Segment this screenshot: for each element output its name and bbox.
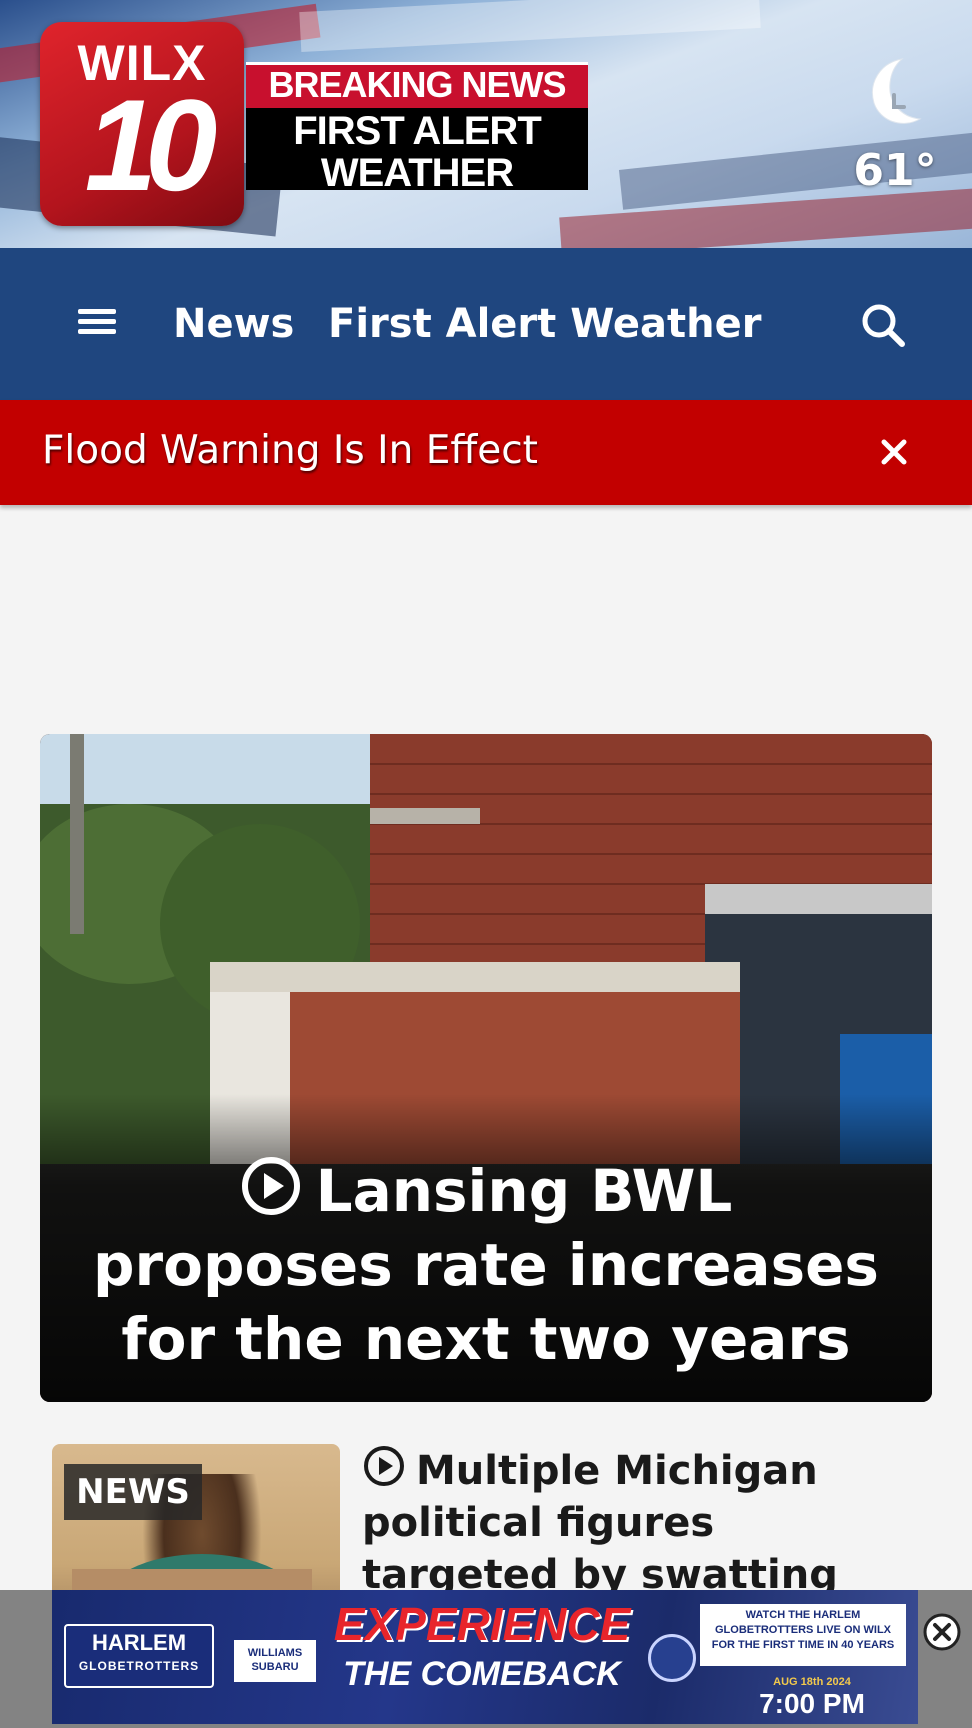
ad-date: AUG 18th 2024 xyxy=(773,1676,851,1688)
moon-icon xyxy=(872,58,922,124)
ad-time: 7:00 PM xyxy=(759,1688,865,1719)
current-weather[interactable]: 61° xyxy=(850,55,940,196)
ad-logo: HARLEM GLOBETROTTERS xyxy=(64,1624,214,1688)
first-alert-banner: FIRST ALERT WEATHER xyxy=(246,108,588,195)
ad-seal-icon xyxy=(648,1634,696,1682)
section-badge: NEWS xyxy=(64,1464,202,1520)
play-circle-icon xyxy=(241,1157,300,1215)
ad-banner[interactable]: HARLEM GLOBETROTTERS WILLIAMS SUBARU EXP… xyxy=(52,1590,918,1724)
station-logo[interactable]: WILX 10 xyxy=(40,22,244,226)
alert-text: Flood Warning Is In Effect xyxy=(42,428,538,473)
logo-channel-number: 10 xyxy=(84,72,218,218)
first-alert-line1: FIRST ALERT xyxy=(293,109,542,153)
site-header: WILX 10 BREAKING NEWS FIRST ALERT WEATHE… xyxy=(0,0,972,248)
nav-link-news[interactable]: News xyxy=(173,298,294,350)
breaking-news-banner: BREAKING NEWS xyxy=(246,62,588,108)
weather-alert-bar[interactable]: Flood Warning Is In Effect xyxy=(0,400,972,505)
main-nav: News First Alert Weather xyxy=(0,248,972,400)
search-icon[interactable] xyxy=(858,300,910,352)
sticky-ad-container: HARLEM GLOBETROTTERS WILLIAMS SUBARU EXP… xyxy=(0,1590,972,1728)
first-alert-line2: WEATHER xyxy=(320,151,514,195)
ad-headline-2: THE COMEBACK xyxy=(343,1655,621,1693)
ad-sponsor: WILLIAMS SUBARU xyxy=(234,1640,316,1682)
hero-headline-text: Lansing BWL proposes rate increases for … xyxy=(93,1157,879,1373)
breaking-news-label: BREAKING NEWS xyxy=(268,64,566,105)
nav-link-first-alert-weather[interactable]: First Alert Weather xyxy=(328,298,761,350)
page: WILX 10 BREAKING NEWS FIRST ALERT WEATHE… xyxy=(0,0,972,1728)
hamburger-icon[interactable] xyxy=(72,303,122,345)
close-circle-icon[interactable] xyxy=(922,1612,962,1652)
ad-logo-line2: GLOBETROTTERS xyxy=(78,1659,200,1673)
play-circle-icon xyxy=(364,1446,404,1486)
hero-story[interactable]: Lansing BWL proposes rate increases for … xyxy=(40,734,932,1402)
hero-headline[interactable]: Lansing BWL proposes rate increases for … xyxy=(80,1154,892,1376)
ad-promo-text: WATCH THE HARLEM GLOBETROTTERS LIVE ON W… xyxy=(700,1604,906,1666)
ad-logo-line1: HARLEM xyxy=(91,1630,187,1655)
temperature-value: 61° xyxy=(853,145,937,196)
close-icon[interactable] xyxy=(872,430,916,474)
ad-headline-1: EXPERIENCE xyxy=(333,1598,631,1650)
